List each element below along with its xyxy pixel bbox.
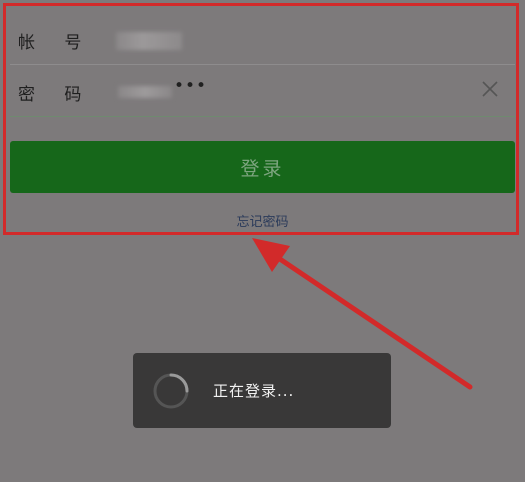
password-label: 密 码 <box>18 85 94 105</box>
clear-password-button[interactable] <box>479 78 501 100</box>
login-button[interactable]: 登录 <box>10 141 515 193</box>
login-screen: 帐 号 密 码 ••• 登录 忘记密码 正在登录... <box>0 0 525 482</box>
spinner-icon <box>153 373 189 409</box>
password-row[interactable]: 密 码 ••• <box>10 64 515 117</box>
account-row[interactable]: 帐 号 <box>10 12 515 65</box>
toast-message: 正在登录... <box>213 382 295 400</box>
forgot-password-link[interactable]: 忘记密码 <box>0 211 525 230</box>
password-value-masked[interactable] <box>118 86 172 98</box>
login-form: 帐 号 密 码 ••• 登录 忘记密码 <box>0 0 525 240</box>
password-dots: ••• <box>174 76 208 96</box>
account-value-masked[interactable] <box>116 32 182 50</box>
account-label: 帐 号 <box>18 33 94 53</box>
close-icon <box>482 81 498 97</box>
loading-toast: 正在登录... <box>133 353 391 428</box>
